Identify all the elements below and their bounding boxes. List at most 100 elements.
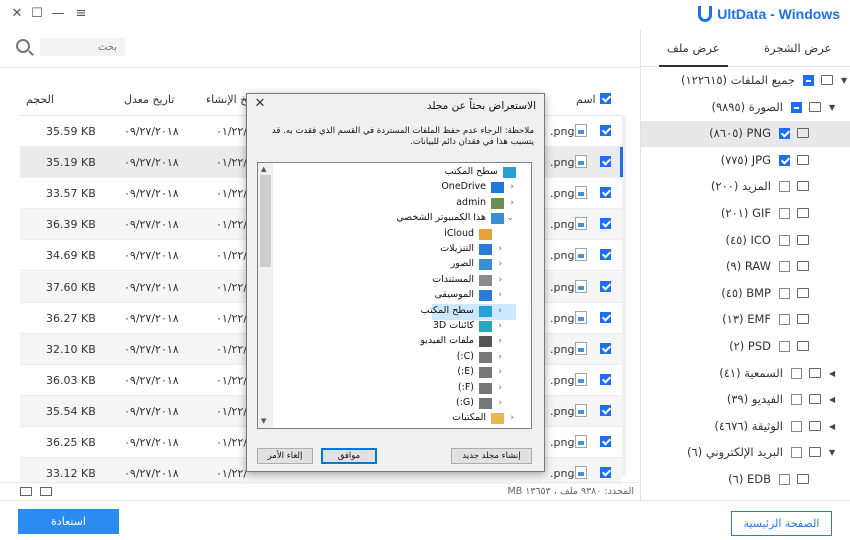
tree-node[interactable]: ▼ البريد الإلكتروني (٦) bbox=[641, 440, 850, 466]
menu-icon[interactable]: ≡ bbox=[73, 6, 89, 22]
folder-item[interactable]: سطح المكتب › bbox=[421, 303, 516, 320]
folder-item[interactable]: iCloud bbox=[275, 227, 516, 243]
maximize-icon[interactable]: ☐ bbox=[29, 6, 45, 22]
folder-item[interactable]: (G:) › bbox=[275, 396, 516, 412]
tree-node-checkbox[interactable] bbox=[779, 208, 790, 219]
collapse-arrow-icon[interactable]: ▼ bbox=[829, 448, 835, 457]
tree-node[interactable]: المزيد (٢٠٠) bbox=[641, 174, 850, 200]
scrollbar-thumb[interactable] bbox=[260, 175, 271, 267]
home-button[interactable]: الصفحة الرئيسية bbox=[731, 511, 832, 536]
tree-node-checkbox[interactable] bbox=[779, 314, 790, 326]
folder-item[interactable]: كائنات 3D › bbox=[275, 319, 516, 335]
chevron-right-icon[interactable]: › bbox=[510, 198, 514, 208]
tree-node[interactable]: EDB (٦) bbox=[641, 467, 850, 493]
chevron-right-icon[interactable]: › bbox=[498, 275, 502, 285]
chevron-right-icon[interactable]: › bbox=[510, 413, 514, 423]
chevron-down-icon[interactable]: ⌄ bbox=[506, 213, 514, 223]
tree-node[interactable]: GIF (٢٠١) bbox=[641, 201, 850, 227]
header-size[interactable]: الحجم bbox=[26, 93, 54, 106]
collapse-arrow-icon[interactable]: ▼ bbox=[829, 103, 835, 112]
folder-item[interactable]: OneDrive › bbox=[275, 180, 516, 196]
close-icon[interactable]: ✕ bbox=[9, 6, 25, 22]
tree-node[interactable]: ◀ الوثيقة (٤٦٧٦) bbox=[641, 414, 850, 440]
row-checkbox[interactable] bbox=[600, 218, 611, 230]
folder-item[interactable]: هذا الكمبيوتر الشخصي ⌄ bbox=[275, 211, 516, 227]
tree-node[interactable]: ICO (٤٥) bbox=[641, 228, 850, 254]
folder-item[interactable]: admin › bbox=[275, 196, 516, 212]
tree-node-checkbox[interactable] bbox=[791, 367, 802, 379]
row-checkbox[interactable] bbox=[600, 311, 611, 323]
select-all-checkbox[interactable] bbox=[600, 93, 611, 104]
tree-node-checkbox[interactable] bbox=[779, 341, 790, 352]
row-checkbox[interactable] bbox=[600, 125, 611, 136]
folder-tree-scrollbar[interactable]: ▲ ▼ bbox=[258, 163, 273, 428]
expand-arrow-icon[interactable]: ◀ bbox=[829, 369, 835, 378]
tree-node[interactable]: EMF (١٣) bbox=[641, 307, 850, 333]
header-name[interactable]: اسم bbox=[576, 93, 596, 106]
chevron-right-icon[interactable]: › bbox=[510, 182, 514, 192]
chevron-right-icon[interactable]: › bbox=[498, 383, 502, 393]
folder-item[interactable]: (C:) › bbox=[275, 350, 516, 366]
tree-node[interactable]: BMP (٤٥) bbox=[641, 281, 850, 307]
tree-node[interactable]: RAW (٩) bbox=[641, 254, 850, 280]
row-checkbox[interactable] bbox=[600, 467, 611, 479]
tree-node-checkbox[interactable] bbox=[803, 75, 814, 86]
row-checkbox[interactable] bbox=[600, 249, 611, 261]
tree-node-checkbox[interactable] bbox=[791, 394, 802, 406]
tree-node-checkbox[interactable] bbox=[791, 101, 802, 113]
tree-node-checkbox[interactable] bbox=[791, 420, 802, 432]
chevron-right-icon[interactable]: › bbox=[498, 352, 502, 362]
scroll-down-icon[interactable]: ▼ bbox=[261, 417, 266, 425]
tree-node-checkbox[interactable] bbox=[791, 447, 802, 459]
tree-node-checkbox[interactable] bbox=[779, 474, 790, 485]
tree-node[interactable]: ◀ الفيديو (٣٩) bbox=[641, 387, 850, 413]
dialog-close-icon[interactable]: ✕ bbox=[253, 97, 267, 111]
tree-node-checkbox[interactable] bbox=[779, 287, 790, 299]
folder-item[interactable]: (E:) › bbox=[275, 365, 516, 381]
list-view-icon[interactable] bbox=[20, 487, 32, 496]
collapse-arrow-icon[interactable]: ▼ bbox=[841, 76, 847, 85]
tree-node[interactable]: ◀ السمعية (٤١) bbox=[641, 361, 850, 387]
tree-node[interactable]: ▼ الصورة (٩٨٩٥) bbox=[641, 95, 850, 121]
row-checkbox[interactable] bbox=[600, 187, 611, 199]
folder-item[interactable]: التنزيلات › bbox=[275, 242, 516, 258]
folder-item[interactable]: ملفات الفيديو › bbox=[275, 334, 516, 350]
header-modified[interactable]: تاريخ معدل bbox=[124, 93, 174, 106]
expand-arrow-icon[interactable]: ◀ bbox=[829, 422, 835, 431]
folder-item[interactable]: سطح المكتب bbox=[275, 165, 516, 181]
folder-item[interactable]: المستندات › bbox=[275, 273, 516, 289]
chevron-right-icon[interactable]: › bbox=[498, 290, 502, 300]
tree-node-checkbox[interactable] bbox=[779, 234, 790, 246]
row-checkbox[interactable] bbox=[600, 404, 611, 416]
tree-node-checkbox[interactable] bbox=[779, 128, 790, 140]
expand-arrow-icon[interactable]: ◀ bbox=[829, 395, 835, 404]
tree-node[interactable]: PNG (٨٦٠٥) bbox=[641, 121, 850, 148]
ok-button[interactable]: موافق bbox=[321, 448, 377, 464]
row-checkbox[interactable] bbox=[600, 342, 611, 354]
tab-tree-view[interactable]: عرض الشجرة bbox=[746, 30, 850, 66]
search-icon[interactable] bbox=[16, 39, 30, 53]
minimize-icon[interactable]: — bbox=[50, 6, 66, 22]
tree-node[interactable]: PSD (٢) bbox=[641, 334, 850, 360]
recover-button[interactable]: استعادة bbox=[18, 509, 119, 534]
chevron-right-icon[interactable]: › bbox=[498, 321, 502, 331]
chevron-right-icon[interactable]: › bbox=[498, 259, 502, 269]
row-checkbox[interactable] bbox=[600, 156, 611, 168]
tree-node[interactable]: JPG (٧٧٥) bbox=[641, 148, 850, 174]
tree-node-checkbox[interactable] bbox=[779, 261, 790, 273]
folder-item[interactable]: الموسيقى › bbox=[275, 288, 516, 304]
folder-item[interactable]: المكتبات › bbox=[275, 411, 516, 427]
row-checkbox[interactable] bbox=[600, 280, 611, 292]
folder-item[interactable]: (F:) › bbox=[275, 381, 516, 397]
chevron-right-icon[interactable]: › bbox=[498, 398, 502, 408]
tab-file-view[interactable]: عرض ملف bbox=[641, 30, 746, 67]
new-folder-button[interactable]: إنشاء مجلد جديد bbox=[451, 448, 532, 464]
row-checkbox[interactable] bbox=[600, 436, 611, 447]
chevron-right-icon[interactable]: › bbox=[498, 306, 502, 316]
folder-item[interactable]: الصور › bbox=[275, 257, 516, 273]
grid-view-icon[interactable] bbox=[40, 487, 52, 496]
row-checkbox[interactable] bbox=[600, 373, 611, 385]
tree-node[interactable]: ▼ جميع الملفات (١٢٢٦١٥) bbox=[641, 68, 850, 94]
chevron-right-icon[interactable]: › bbox=[498, 367, 502, 377]
tree-node-checkbox[interactable] bbox=[779, 181, 790, 193]
